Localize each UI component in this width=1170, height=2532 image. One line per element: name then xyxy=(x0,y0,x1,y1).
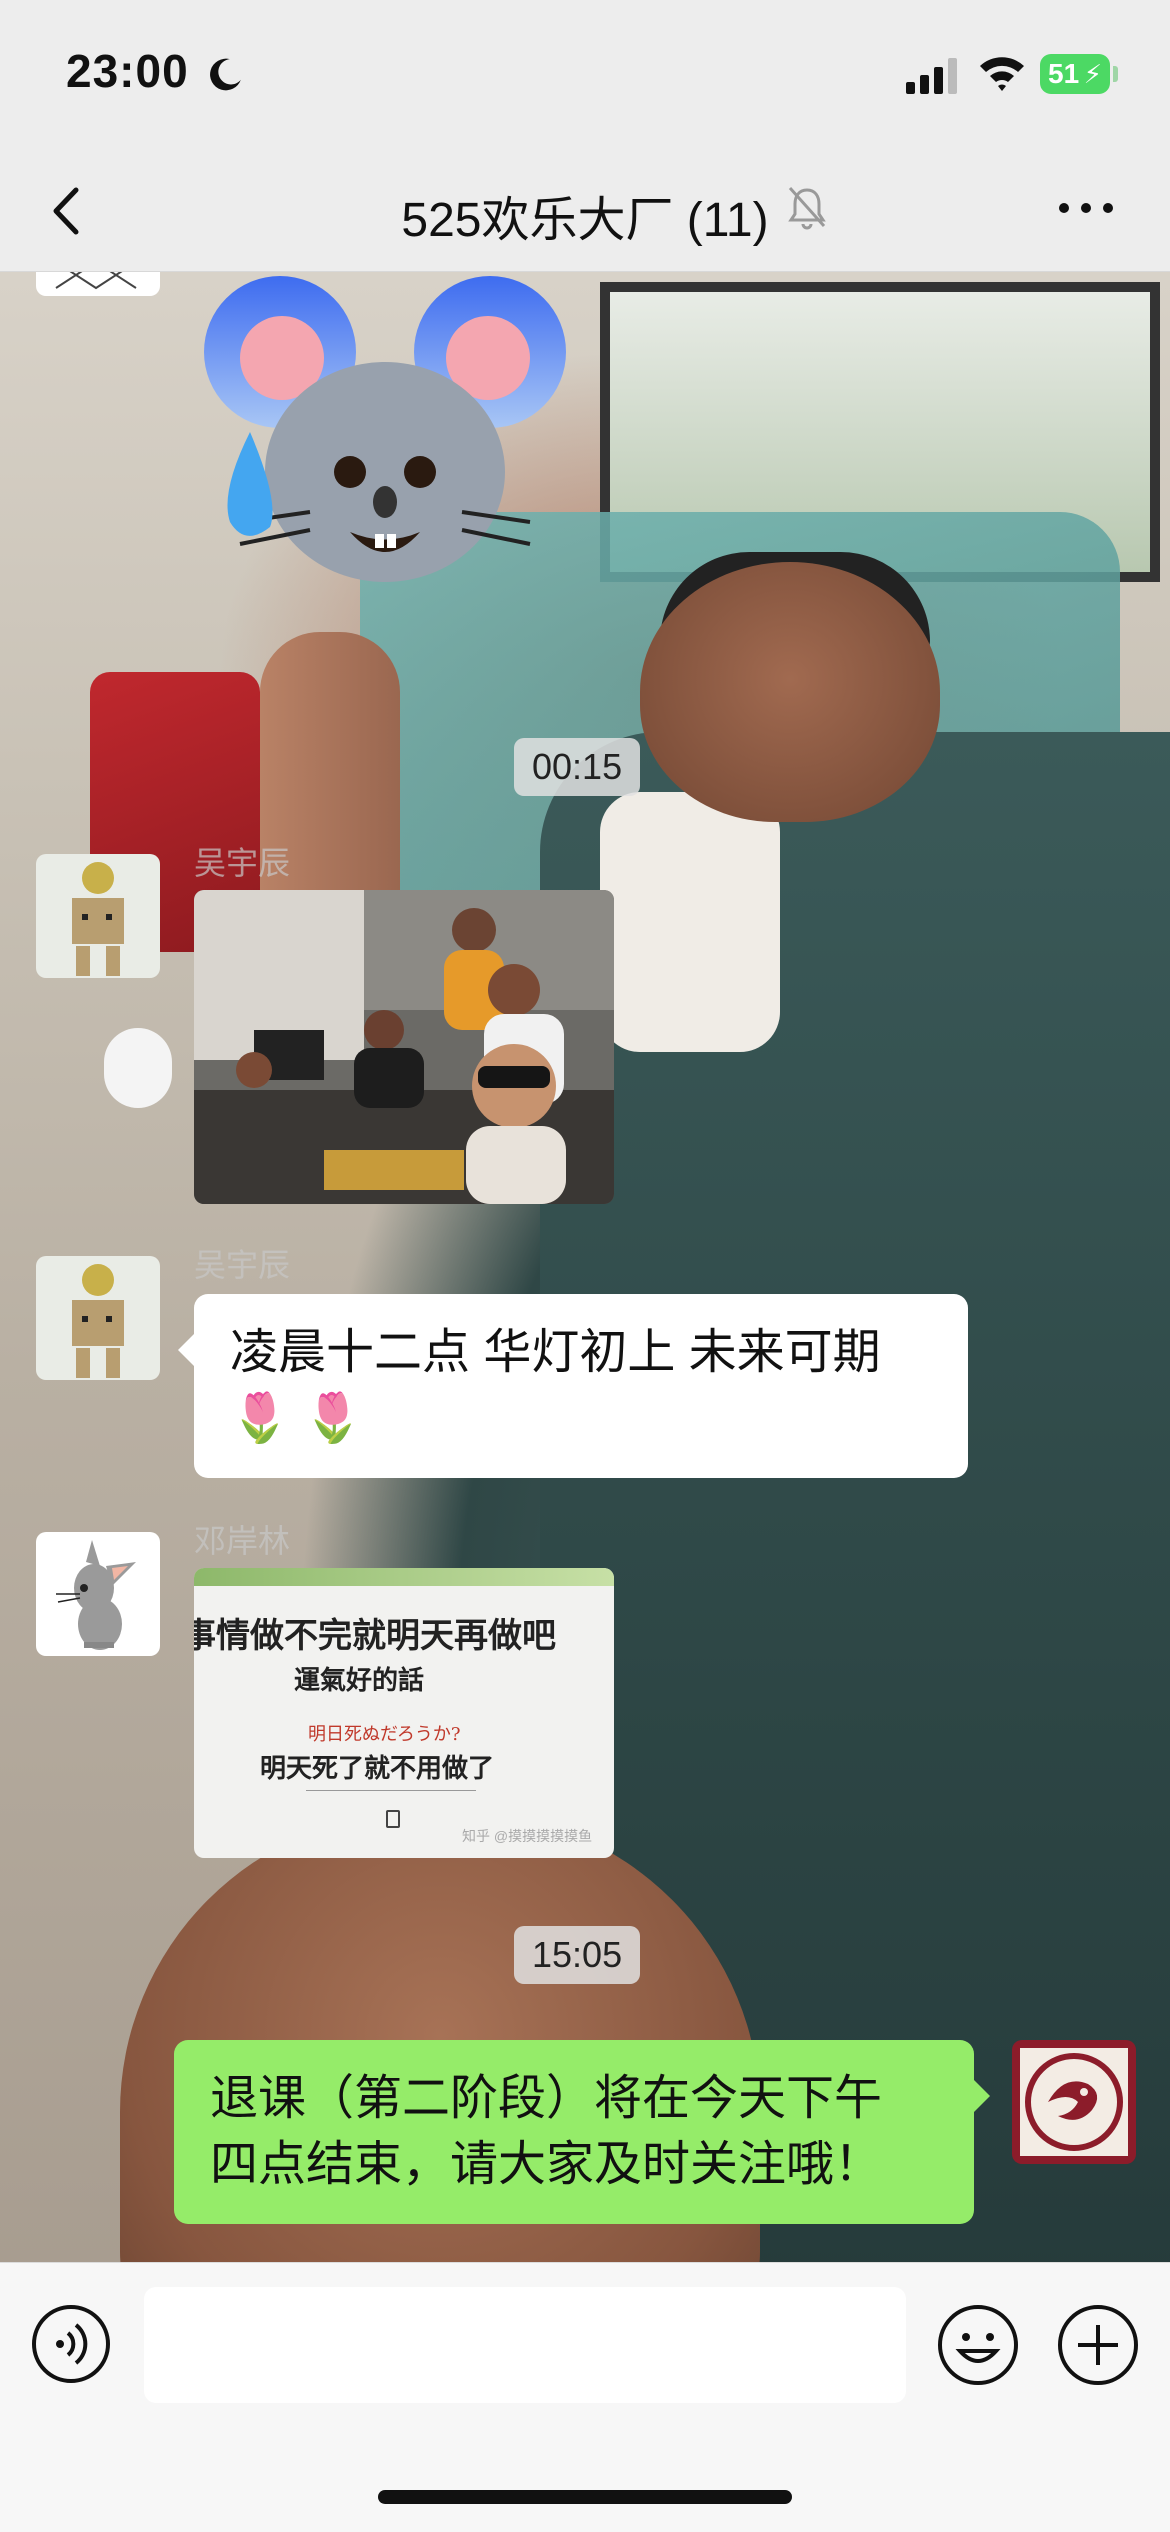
avatar-partial[interactable] xyxy=(36,272,160,296)
message-text-line-2: 四点结束，请大家及时关注哦！ xyxy=(210,2138,883,2191)
sender-name: 吴宇辰 xyxy=(194,1247,291,1283)
message-input[interactable] xyxy=(144,2287,906,2403)
image-message-quote-poster[interactable]: 事情做不完就明天再做吧 運氣好的話 明日死ぬだろうか? 明天死了就不用做了 知乎… xyxy=(194,1568,614,1858)
image-message-group-selfie[interactable] xyxy=(194,890,614,1204)
poster-line-4: 明天死了就不用做了 xyxy=(260,1754,495,1784)
avatar[interactable] xyxy=(36,854,160,978)
sender-name: 吴宇辰 xyxy=(194,845,291,881)
tulip-emoji: 🌷 🌷 xyxy=(230,1392,363,1445)
poster-top-strip xyxy=(194,1568,614,1586)
voice-icon[interactable] xyxy=(30,2303,112,2385)
poster-logo-icon xyxy=(386,1810,400,1828)
background-computer-mouse xyxy=(104,1028,172,1108)
background-face xyxy=(640,562,940,822)
moon-icon xyxy=(210,58,241,91)
poster-line-1: 事情做不完就明天再做吧 xyxy=(194,1616,556,1656)
poster-watermark: 知乎 @摸摸摸摸摸鱼 xyxy=(462,1828,593,1844)
avatar[interactable] xyxy=(36,1532,160,1656)
mute-icon xyxy=(788,186,826,230)
charging-bolt-icon: ⚡ xyxy=(1083,59,1102,89)
battery-cap xyxy=(1113,66,1118,82)
battery-icon: 51 ⚡ xyxy=(1040,54,1110,94)
poster-line-2: 運氣好的話 xyxy=(294,1666,425,1696)
plus-icon[interactable] xyxy=(1056,2303,1140,2387)
timestamp-divider: 00:15 xyxy=(514,738,641,796)
poster-line-3: 明日死ぬだろうか? xyxy=(308,1724,461,1745)
text-message-bubble[interactable]: 凌晨十二点 华灯初上 未来可期 🌷 🌷 xyxy=(178,1294,968,1478)
home-indicator xyxy=(378,2490,792,2504)
more-icon[interactable] xyxy=(1056,198,1116,218)
emoji-icon[interactable] xyxy=(936,2303,1020,2387)
wifi-icon xyxy=(980,57,1024,91)
status-bar: 23:00 51 ⚡ xyxy=(0,0,1170,150)
chat-title: 525欢乐大厂 (11) xyxy=(401,194,769,247)
timestamp-divider: 15:05 xyxy=(514,1926,641,1984)
chat-header: 525欢乐大厂 (11) xyxy=(0,150,1170,272)
crying-mouse-sticker xyxy=(204,276,566,582)
avatar[interactable] xyxy=(36,1256,160,1380)
background-shirt xyxy=(600,792,780,1052)
message-text-line-1: 退课（第二阶段）将在今天下午 xyxy=(210,2072,883,2125)
signal-icon xyxy=(906,58,957,94)
status-time: 23:00 xyxy=(66,45,189,97)
own-text-message-bubble[interactable]: 退课（第二阶段）将在今天下午 四点结束，请大家及时关注哦！ xyxy=(174,2040,990,2224)
chat-area[interactable]: 00:15 吴宇辰 吴宇辰 凌晨十二点 华灯初上 未来可期 🌷 🌷 邓岸林 事情… xyxy=(0,272,1170,2262)
own-avatar[interactable] xyxy=(1012,2040,1136,2164)
battery-level: 51 xyxy=(1048,58,1080,89)
sender-name: 邓岸林 xyxy=(194,1523,291,1559)
message-text: 凌晨十二点 华灯初上 未来可期 xyxy=(230,1326,881,1379)
poster-divider xyxy=(306,1790,476,1791)
